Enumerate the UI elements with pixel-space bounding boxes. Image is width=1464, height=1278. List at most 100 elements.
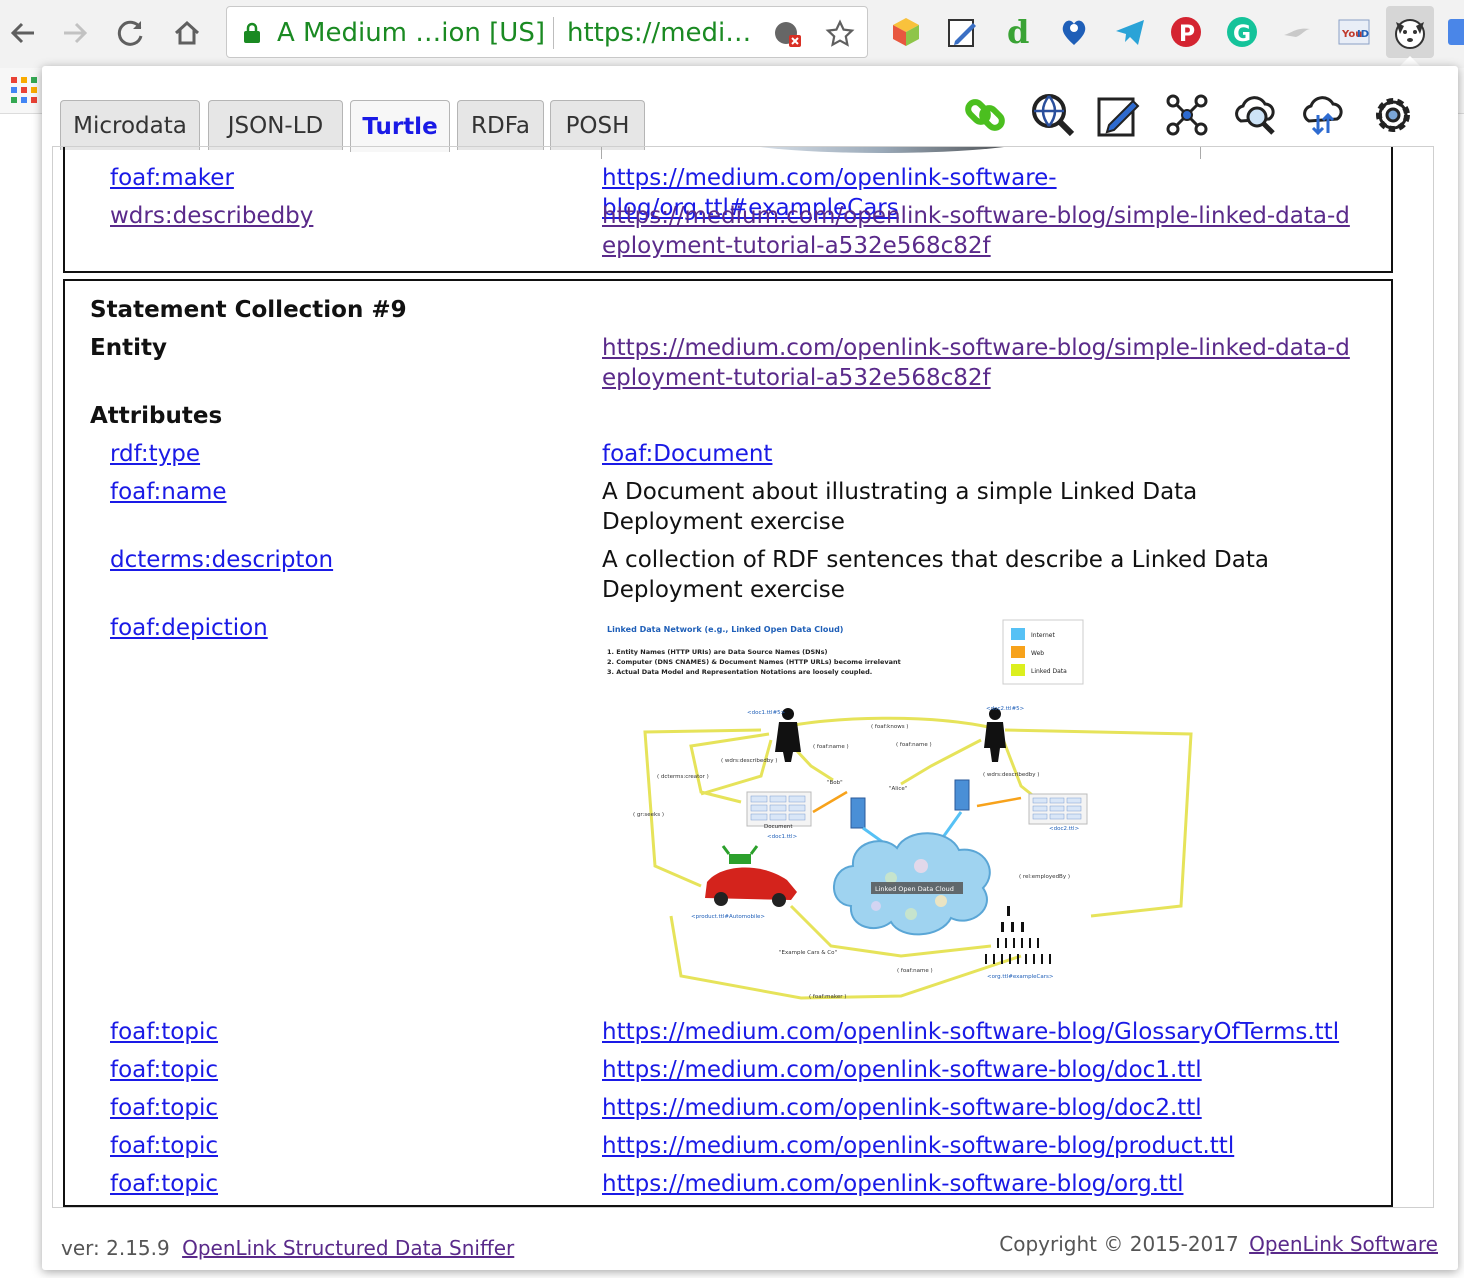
topic-link[interactable]: https://medium.com/openlink-software-blo… (602, 1169, 1352, 1199)
cloud-sync-icon[interactable] (1298, 90, 1348, 140)
prev-image-fragment (601, 147, 1201, 159)
link-icon[interactable] (960, 90, 1010, 140)
person-bob-icon (775, 708, 801, 762)
value-text: A collection of RDF sentences that descr… (602, 547, 1269, 603)
extension-heart-pin-icon[interactable] (1054, 12, 1094, 52)
tab-rdfa[interactable]: RDFa (457, 100, 544, 150)
topic-link[interactable]: https://medium.com/openlink-software-blo… (602, 1131, 1352, 1161)
document-doc1-icon (746, 791, 812, 827)
sniffer-extension-dog-icon[interactable] (1386, 6, 1434, 58)
attributes-label: Attributes (90, 403, 223, 429)
home-button[interactable] (164, 10, 210, 56)
predicate-foaf-name[interactable]: foaf:name (110, 477, 227, 507)
extension-partial-icon[interactable] (1446, 12, 1464, 52)
reload-button[interactable] (108, 10, 154, 56)
settings-gear-icon[interactable] (1368, 90, 1418, 140)
extension-notepad-icon[interactable] (942, 12, 982, 52)
home-icon (174, 20, 200, 45)
label-doc1-bob: <doc1.ttl#5> (747, 710, 786, 716)
label-name: ( foaf:name ) (813, 744, 849, 750)
label-product: <product.ttl#Automobile> (691, 914, 765, 920)
browser-toolbar: A Medium …ion [US] https://medi… d P G Y… (0, 0, 1464, 68)
graph-icon[interactable] (1162, 90, 1212, 140)
label-doc2: <doc2.ttl> (1049, 826, 1080, 832)
predicate-foaf-depiction[interactable]: foaf:depiction (110, 613, 268, 643)
predicate-foaf-topic[interactable]: foaf:topic (110, 1055, 218, 1085)
label-creator: ( dcterms:creator ) (657, 774, 709, 780)
label-document: Document (764, 824, 793, 830)
tab-microdata[interactable]: Microdata (60, 100, 200, 150)
back-arrow-icon (10, 22, 34, 44)
forward-arrow-icon (64, 22, 88, 44)
statement-collection-9: Statement Collection #9 Entity https://m… (63, 279, 1393, 1207)
address-bar[interactable]: A Medium …ion [US] https://medi… (226, 6, 868, 58)
bookmark-star-icon[interactable] (825, 19, 855, 49)
extension-youid-icon[interactable]: You ID (1334, 12, 1374, 52)
reload-icon (117, 20, 143, 46)
label-name: ( foaf:name ) (896, 742, 932, 748)
label-org: <org.ttl#exampleCars> (987, 974, 1054, 980)
value-foaf-document[interactable]: foaf:Document (602, 439, 1352, 469)
svg-text:d: d (1007, 15, 1029, 49)
label-doc1: <doc1.ttl> (767, 834, 798, 840)
predicate-foaf-topic[interactable]: foaf:topic (110, 1017, 218, 1047)
statement-collection-8: foaf:maker https://medium.com/openlink-s… (63, 147, 1393, 273)
label-maker: ( foaf:maker ) (809, 994, 846, 1000)
label-describedby: ( wdrs:describedby ) (983, 772, 1039, 778)
predicate-foaf-topic[interactable]: foaf:topic (110, 1131, 218, 1161)
sniffer-popup: Microdata JSON-LD Turtle RDFa POSH foaf:… (42, 66, 1458, 1270)
extension-cube-icon[interactable] (886, 12, 926, 52)
topic-link[interactable]: https://medium.com/openlink-software-blo… (602, 1093, 1352, 1123)
topic-link[interactable]: https://medium.com/openlink-software-blo… (602, 1055, 1352, 1085)
entity-value-link[interactable]: https://medium.com/openlink-software-blo… (602, 333, 1352, 393)
label-alice: "Alice" (889, 786, 907, 792)
pinterest-icon[interactable]: P (1166, 12, 1206, 52)
sniffer-link[interactable]: OpenLink Structured Data Sniffer (182, 1236, 514, 1260)
svg-text:P: P (1179, 22, 1195, 47)
cloud-search-icon[interactable] (1230, 90, 1280, 140)
label-employed: ( rel:employedBy ) (1019, 874, 1070, 880)
extension-telegram-icon[interactable] (1110, 12, 1150, 52)
diagram-note: 3. Actual Data Model and Representation … (607, 668, 872, 676)
org-chart-icon (985, 906, 1051, 964)
openlink-software-link[interactable]: OpenLink Software (1249, 1232, 1438, 1256)
label-name: ( foaf:name ) (897, 968, 933, 974)
lock-icon (244, 22, 260, 43)
apps-grid-icon[interactable] (10, 76, 38, 104)
grammarly-icon[interactable]: G (1222, 12, 1262, 52)
predicate-foaf-topic[interactable]: foaf:topic (110, 1169, 218, 1199)
predicate-dcterms-descripton[interactable]: dcterms:descripton (110, 545, 333, 575)
predicate-rdf-type[interactable]: rdf:type (110, 439, 200, 469)
linked-open-data-cloud-icon (833, 832, 991, 936)
tab-turtle[interactable]: Turtle (350, 100, 450, 152)
label-cloud: Linked Open Data Cloud (875, 885, 954, 893)
extension-d-icon[interactable]: d (998, 12, 1038, 52)
extension-lamp-icon[interactable] (1278, 12, 1318, 52)
label-seeks: ( gr:seeks ) (633, 812, 664, 818)
legend-internet: Internet (1031, 632, 1055, 639)
globe-search-icon[interactable] (1028, 90, 1078, 140)
linked-data-network-diagram[interactable]: Linked Data Network (e.g., Linked Open D… (601, 616, 1201, 1006)
tab-json-ld[interactable]: JSON-LD (208, 100, 343, 150)
back-button[interactable] (0, 10, 46, 56)
turtle-content-pane[interactable]: foaf:maker https://medium.com/openlink-s… (52, 146, 1434, 1208)
label-doc2-alice: <doc2.ttl#5> (986, 706, 1025, 712)
copyright-text: Copyright © 2015-2017 (999, 1232, 1239, 1256)
label-describedby: ( wdrs:describedby ) (721, 758, 777, 764)
site-identity: A Medium …ion [US] (277, 18, 545, 48)
edit-icon[interactable] (1094, 90, 1144, 140)
value-link[interactable]: https://medium.com/openlink-software-blo… (602, 201, 1352, 261)
blocked-content-icon[interactable] (773, 20, 803, 48)
diagram-note: 1. Entity Names (HTTP URIs) are Data Sou… (607, 648, 827, 656)
forward-button[interactable] (52, 10, 98, 56)
red-car-icon (705, 845, 797, 907)
footer-copyright: Copyright © 2015-2017 OpenLink Software (999, 1232, 1438, 1256)
predicate-wdrs-describedby[interactable]: wdrs:describedby (110, 201, 313, 231)
label-example-cars: "Example Cars & Co" (779, 950, 837, 956)
predicate-foaf-maker[interactable]: foaf:maker (110, 163, 234, 193)
topic-link[interactable]: https://medium.com/openlink-software-blo… (602, 1017, 1352, 1047)
predicate-foaf-topic[interactable]: foaf:topic (110, 1093, 218, 1123)
legend-linked-data: Linked Data (1031, 668, 1067, 675)
value-text: A Document about illustrating a simple L… (602, 479, 1198, 535)
tab-posh[interactable]: POSH (550, 100, 645, 150)
